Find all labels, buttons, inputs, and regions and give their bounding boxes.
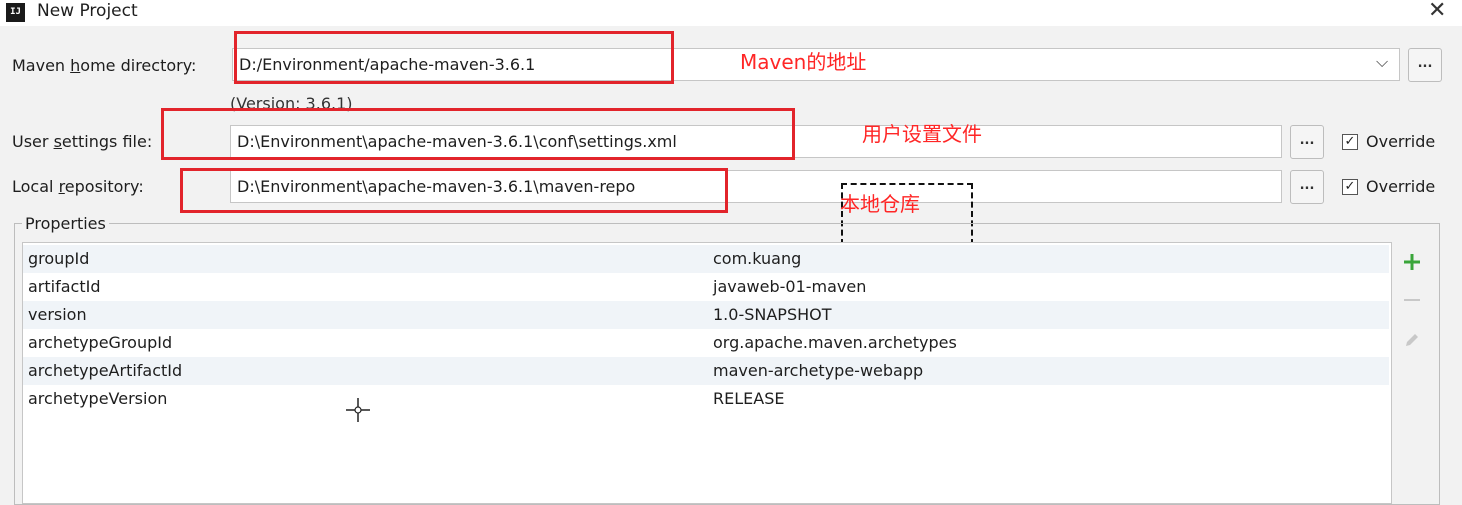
label-part: ome directory: [80,56,197,75]
table-row[interactable]: archetypeArtifactId maven-archetype-weba… [23,357,1389,385]
annotation-box-maven-home [234,31,674,84]
minus-icon[interactable] [1394,282,1430,318]
property-key: artifactId [28,277,101,296]
window-title: New Project [37,1,138,21]
plus-icon[interactable] [1394,244,1430,280]
annotation-user-settings: 用户设置文件 [862,122,982,146]
user-settings-override-label: Override [1366,132,1436,151]
property-key: archetypeArtifactId [28,361,183,380]
property-key: version [28,305,87,324]
mnemonic-char: h [70,56,81,75]
maven-home-label: Maven home directory: [12,56,196,75]
local-repo-label: Local repository: [12,177,144,196]
title-bar [0,0,1462,26]
property-value: javaweb-01-maven [713,277,867,296]
crosshair-cursor-icon [346,398,370,422]
property-value: 1.0-SNAPSHOT [713,305,832,324]
property-value: org.apache.maven.archetypes [713,333,957,352]
table-row[interactable]: archetypeGroupId org.apache.maven.archet… [23,329,1389,357]
property-key: archetypeGroupId [28,333,173,352]
mnemonic-char: s [53,132,62,151]
property-value: maven-archetype-webapp [713,361,924,380]
label-part: epository: [64,177,144,196]
maven-home-browse-button[interactable]: ... [1408,48,1442,82]
annotation-local-repo: 本地仓库 [840,192,920,216]
property-value: RELEASE [713,389,785,408]
local-repo-override-checkbox[interactable]: ✓ [1342,179,1358,195]
annotation-maven-home: Maven的地址 [740,50,867,74]
annotation-box-user-settings [161,108,795,160]
table-row[interactable]: version 1.0-SNAPSHOT [23,301,1389,329]
label-part: ettings file: [61,132,153,151]
label-part: User [12,132,54,151]
annotation-box-local-repo [180,168,728,213]
local-repo-override-label: Override [1366,177,1436,196]
properties-toolbar [1392,242,1434,502]
user-settings-browse-button[interactable]: ... [1290,125,1324,159]
local-repo-browse-button[interactable]: ... [1290,170,1324,204]
label-part: Maven [12,56,71,75]
property-key: archetypeVersion [28,389,168,408]
intellij-icon: IJ [6,3,25,22]
table-row[interactable]: archetypeVersion RELEASE [23,385,1389,413]
label-part: Local [12,177,59,196]
user-settings-override-checkbox[interactable]: ✓ [1342,134,1358,150]
table-row[interactable]: groupId com.kuang [23,245,1389,273]
property-key: groupId [28,249,90,268]
pencil-icon[interactable] [1394,322,1430,358]
close-icon[interactable]: ✕ [1428,0,1446,23]
table-row[interactable]: artifactId javaweb-01-maven [23,273,1389,301]
properties-table[interactable]: groupId com.kuang artifactId javaweb-01-… [22,242,1392,504]
property-value: com.kuang [713,249,802,268]
properties-title: Properties [22,214,109,233]
user-settings-label: User settings file: [12,132,152,151]
chevron-down-icon[interactable]: ⌵ [1376,52,1388,72]
